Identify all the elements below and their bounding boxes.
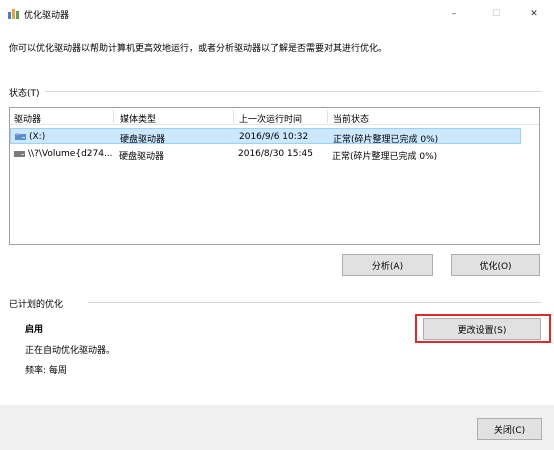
current-status: 正常(碎片整理已完成 0%) [332, 152, 438, 162]
hard-drive-icon [15, 133, 26, 140]
maximize-button[interactable]: ☐ [476, 0, 516, 28]
column-header-last-run[interactable]: 上一次运行时间 [239, 112, 302, 125]
close-window-button[interactable]: ✕ [514, 0, 554, 28]
column-divider[interactable] [233, 110, 234, 123]
schedule-enabled-text: 启用 [25, 325, 44, 335]
column-header-drive[interactable]: 驱动器 [14, 112, 41, 125]
close-icon: ✕ [530, 9, 538, 19]
minimize-icon: – [451, 9, 457, 19]
analyze-button[interactable]: 分析(A) [342, 254, 433, 276]
change-settings-button[interactable]: 更改设置(S) [423, 318, 541, 340]
current-status: 正常(碎片整理已完成 0%) [333, 135, 439, 145]
schedule-auto-text: 正在自动优化驱动器。 [25, 346, 116, 356]
schedule-divider [88, 302, 541, 303]
column-divider[interactable] [327, 110, 328, 123]
column-divider[interactable] [113, 110, 114, 123]
hard-drive-icon [14, 150, 25, 157]
close-button[interactable]: 关闭(C) [477, 418, 542, 440]
media-type: 硬盘驱动器 [120, 135, 166, 145]
drive-list-table[interactable]: 驱动器 媒体类型 上一次运行时间 当前状态 (X:) 硬盘驱动器 2016/9/… [9, 107, 540, 245]
status-section-label: 状态(T) [9, 89, 40, 99]
status-divider [45, 91, 541, 92]
schedule-frequency-text: 频率: 每周 [25, 366, 67, 376]
table-row[interactable]: (X:) 硬盘驱动器 2016/9/6 10:32 正常(碎片整理已完成 0%) [10, 128, 521, 145]
drive-name: \\?\Volume{d274... [28, 149, 113, 159]
description-text: 你可以优化驱动器以帮助计算机更高效地运行，或者分析驱动器以了解是否需要对其进行优… [9, 44, 388, 54]
table-row[interactable]: \\?\Volume{d274... 硬盘驱动器 2016/8/30 15:45… [10, 146, 521, 162]
media-type: 硬盘驱动器 [119, 152, 165, 162]
title-bar: 优化驱动器 – ☐ ✕ [0, 0, 554, 28]
drive-name: (X:) [29, 132, 46, 142]
footer-bar [0, 405, 554, 450]
last-run-time: 2016/8/30 15:45 [238, 149, 313, 159]
last-run-time: 2016/9/6 10:32 [239, 132, 309, 142]
minimize-button[interactable]: – [434, 0, 474, 28]
table-header: 驱动器 媒体类型 上一次运行时间 当前状态 [10, 108, 539, 125]
column-header-current-status[interactable]: 当前状态 [333, 112, 369, 125]
window-title: 优化驱动器 [24, 11, 70, 21]
defrag-app-icon [8, 7, 20, 19]
maximize-icon: ☐ [491, 9, 501, 19]
column-header-media-type[interactable]: 媒体类型 [120, 112, 156, 125]
schedule-section-label: 已计划的优化 [9, 300, 64, 310]
optimize-button[interactable]: 优化(O) [451, 254, 540, 276]
